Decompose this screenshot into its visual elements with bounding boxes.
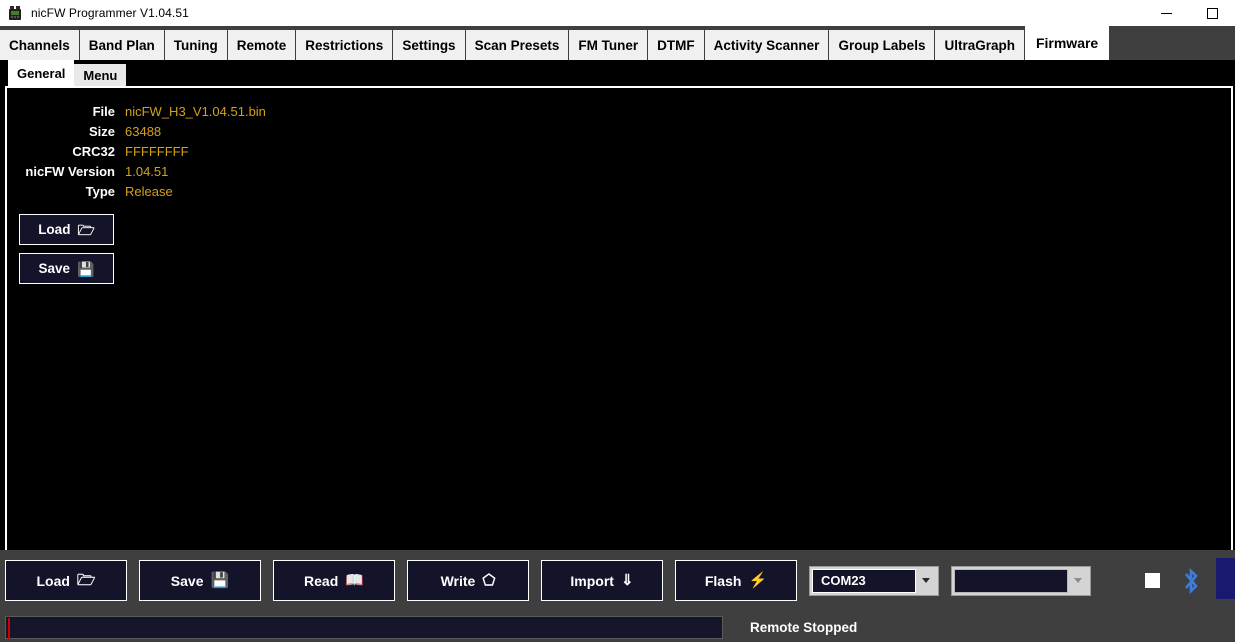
info-value: nicFW_H3_V1.04.51.bin xyxy=(125,103,266,119)
button-label: Load xyxy=(36,572,70,589)
load-toolbar-button[interactable]: Load 🗁 xyxy=(5,560,127,601)
firmware-page: General Menu File nicFW_H3_V1.04.51.bin Siz… xyxy=(0,60,1235,642)
progress-marker xyxy=(8,618,10,639)
info-row: CRC32 FFFFFFFF xyxy=(7,141,1231,161)
subtab-label: Menu xyxy=(83,67,118,83)
com-port-select[interactable]: COM23 xyxy=(809,565,939,596)
tab-label: Group Labels xyxy=(838,37,926,53)
tab-tuning[interactable]: Tuning xyxy=(164,30,228,60)
save-toolbar-button[interactable]: Save 💾 xyxy=(139,560,261,601)
tab-firmware[interactable]: Firmware xyxy=(1024,26,1110,60)
tab-label: Band Plan xyxy=(88,37,155,53)
firmware-panel-content: File nicFW_H3_V1.04.51.bin Size 63488 CRC32 F… xyxy=(7,88,1231,569)
firmware-info-fields: File nicFW_H3_V1.04.51.bin Size 63488 CRC32 F… xyxy=(7,101,1231,201)
maximize-button[interactable] xyxy=(1189,0,1235,26)
info-value: 63488 xyxy=(125,123,162,139)
tab-restrictions[interactable]: Restrictions xyxy=(296,30,394,60)
info-label: Type xyxy=(85,183,115,199)
progress-bar xyxy=(5,616,723,639)
button-label: Load xyxy=(38,222,71,237)
floppy-disk-icon: 💾 xyxy=(77,260,95,277)
title-bar: nicFW Programmer V1.04.51 xyxy=(0,0,1235,26)
secondary-select[interactable] xyxy=(951,565,1091,596)
status-bar: Remote Stopped xyxy=(0,613,1235,642)
floppy-disk-icon: 💾 xyxy=(210,572,230,589)
tab-group-labels[interactable]: Group Labels xyxy=(829,30,936,60)
read-toolbar-button[interactable]: Read 📖 xyxy=(273,560,395,601)
info-label: Size xyxy=(88,123,115,139)
info-label: File xyxy=(92,103,115,119)
import-toolbar-button[interactable]: Import ⇓ xyxy=(541,560,663,601)
firmware-general-panel: File nicFW_H3_V1.04.51.bin Size 63488 CRC32 F… xyxy=(5,86,1233,571)
tab-fm-tuner[interactable]: FM Tuner xyxy=(569,30,649,60)
info-row: Type Release xyxy=(7,181,1231,201)
tab-label: DTMF xyxy=(657,37,695,53)
tab-scan-presets[interactable]: Scan Presets xyxy=(465,30,570,60)
info-row: nicFW Version 1.04.51 xyxy=(7,161,1231,181)
subtab-label: General xyxy=(17,65,66,81)
flash-toolbar-button[interactable]: Flash ⚡ xyxy=(675,560,797,601)
tab-band-plan[interactable]: Band Plan xyxy=(79,30,165,60)
subtab-general[interactable]: General xyxy=(8,60,75,86)
down-arrow-icon: ⇓ xyxy=(620,572,634,589)
tab-channels[interactable]: Channels xyxy=(0,30,80,60)
tab-label: Scan Presets xyxy=(474,37,560,53)
tab-label: Tuning xyxy=(173,37,218,53)
tab-label: Restrictions xyxy=(305,37,384,53)
info-value: Release xyxy=(125,183,173,199)
tab-settings[interactable]: Settings xyxy=(393,30,466,60)
secondary-select-value xyxy=(954,568,1068,593)
pen-nib-icon: ⬠ xyxy=(482,572,496,589)
com-port-value: COM23 xyxy=(812,568,916,593)
button-label: Save xyxy=(170,572,204,589)
minimize-button[interactable] xyxy=(1143,0,1189,26)
main-tab-bar: Channels Band Plan Tuning Remote Restriction… xyxy=(0,26,1235,60)
firmware-file-actions: Load 🗁 Save 💾 xyxy=(19,214,1231,292)
toolbar-checkbox[interactable] xyxy=(1145,573,1160,588)
folder-icon: 🗁 xyxy=(77,221,95,238)
tab-dtmf[interactable]: DTMF xyxy=(648,30,705,60)
button-label: Write xyxy=(440,572,476,589)
window-controls xyxy=(1143,0,1235,26)
tab-label: FM Tuner xyxy=(578,37,639,53)
tab-label: Firmware xyxy=(1035,35,1099,51)
subtab-menu[interactable]: Menu xyxy=(74,64,128,86)
button-label: Import xyxy=(570,572,614,589)
status-message: Remote Stopped xyxy=(750,620,858,635)
button-label: Save xyxy=(38,261,71,276)
tab-label: Channels xyxy=(9,37,70,53)
book-icon: 📖 xyxy=(345,572,364,589)
lightning-bolt-icon: ⚡ xyxy=(748,572,768,589)
maximize-icon xyxy=(1206,7,1218,19)
tab-label: Remote xyxy=(236,37,287,53)
info-row: Size 63488 xyxy=(7,121,1231,141)
tab-label: Settings xyxy=(402,37,456,53)
info-value: 1.04.51 xyxy=(125,163,169,179)
toolbar-controls: Load 🗁 Save 💾 Read 📖 Write ⬠ Import ⇓ Flash ⚡ COM23 xyxy=(5,558,1235,603)
chevron-down-icon xyxy=(916,568,936,593)
load-panel-button[interactable]: Load 🗁 xyxy=(19,214,114,245)
button-label: Read xyxy=(304,572,339,589)
tab-label: UltraGraph xyxy=(944,37,1015,53)
info-label: CRC32 xyxy=(72,143,115,159)
accent-action-button[interactable] xyxy=(1216,558,1235,599)
tab-remote[interactable]: Remote xyxy=(227,30,297,60)
button-label: Flash xyxy=(704,572,742,589)
chevron-down-icon xyxy=(1068,568,1088,593)
write-toolbar-button[interactable]: Write ⬠ xyxy=(407,560,529,601)
radio-icon xyxy=(7,5,23,21)
tab-label: Activity Scanner xyxy=(713,37,820,53)
info-value: FFFFFFFF xyxy=(125,143,189,159)
tab-activity-scanner[interactable]: Activity Scanner xyxy=(704,30,830,60)
info-label: nicFW Version xyxy=(25,163,115,179)
window-title: nicFW Programmer V1.04.51 xyxy=(31,6,189,20)
info-row: File nicFW_H3_V1.04.51.bin xyxy=(7,101,1231,121)
bluetooth-icon[interactable] xyxy=(1180,566,1204,596)
folder-icon: 🗁 xyxy=(76,572,96,589)
minimize-icon xyxy=(1160,12,1172,14)
firmware-sub-tab-bar: General Menu xyxy=(0,60,1235,86)
save-panel-button[interactable]: Save 💾 xyxy=(19,253,114,284)
tab-ultragraph[interactable]: UltraGraph xyxy=(935,30,1025,60)
